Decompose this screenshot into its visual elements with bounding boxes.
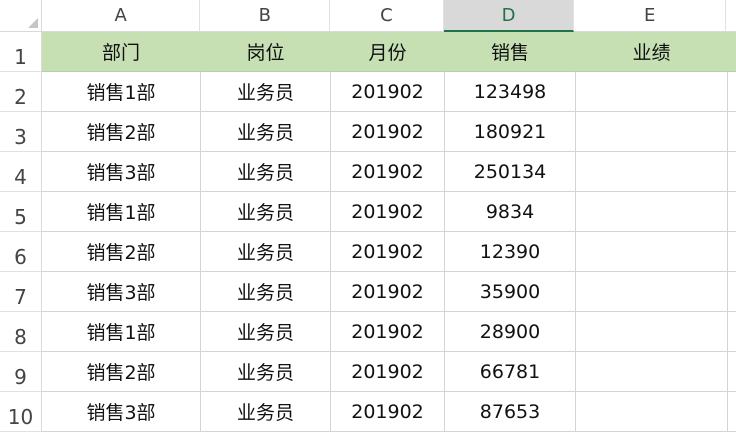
cell-position[interactable]: 业务员 (201, 192, 331, 232)
cell[interactable] (728, 192, 736, 232)
cell-performance[interactable] (576, 112, 728, 152)
row-header[interactable]: 7 (0, 272, 42, 312)
cell-department[interactable]: 销售2部 (42, 232, 201, 272)
cell-sales[interactable]: 180921 (445, 112, 576, 152)
row-header[interactable]: 9 (0, 352, 42, 392)
header-cell-department[interactable]: 部门 (42, 32, 201, 72)
cell-month[interactable]: 201902 (331, 312, 445, 352)
table-row: 销售3部 业务员 201902 87653 (42, 392, 736, 432)
cell-sales[interactable]: 28900 (445, 312, 576, 352)
cell[interactable] (728, 72, 736, 112)
cell[interactable] (728, 272, 736, 312)
cell[interactable] (728, 352, 736, 392)
cell-month[interactable]: 201902 (331, 272, 445, 312)
cell-position[interactable]: 业务员 (201, 392, 331, 432)
cell-department[interactable]: 销售1部 (42, 312, 201, 352)
select-all-button[interactable] (0, 0, 42, 32)
cell-performance[interactable] (576, 312, 728, 352)
row-header[interactable]: 10 (0, 392, 42, 432)
cell-sales[interactable]: 9834 (445, 192, 576, 232)
column-header-next[interactable] (726, 0, 736, 32)
cell-month[interactable]: 201902 (331, 72, 445, 112)
cell-performance[interactable] (576, 392, 728, 432)
column-header-b[interactable]: B (200, 0, 331, 32)
cell-performance[interactable] (576, 192, 728, 232)
cell-department[interactable]: 销售2部 (42, 112, 201, 152)
cell-month[interactable]: 201902 (331, 352, 445, 392)
cell-sales[interactable]: 35900 (445, 272, 576, 312)
cell-month[interactable]: 201902 (331, 192, 445, 232)
cell[interactable] (728, 112, 736, 152)
cell-sales[interactable]: 250134 (445, 152, 576, 192)
row-header[interactable]: 5 (0, 192, 42, 232)
cell-position[interactable]: 业务员 (201, 352, 331, 392)
row-header[interactable]: 3 (0, 112, 42, 152)
cell-position[interactable]: 业务员 (201, 112, 331, 152)
cell-position[interactable]: 业务员 (201, 232, 331, 272)
table-row: 销售3部 业务员 201902 35900 (42, 272, 736, 312)
select-all-triangle-icon (27, 18, 38, 28)
cell-department[interactable]: 销售1部 (42, 192, 201, 232)
row-header[interactable]: 8 (0, 312, 42, 352)
cell-sales[interactable]: 123498 (445, 72, 576, 112)
cell-sales[interactable]: 12390 (445, 232, 576, 272)
table-row: 销售3部 业务员 201902 250134 (42, 152, 736, 192)
table-header-row: 部门 岗位 月份 销售 业绩 (42, 32, 736, 72)
cell-performance[interactable] (576, 72, 728, 112)
cell[interactable] (728, 152, 736, 192)
header-cell-performance[interactable]: 业绩 (576, 32, 728, 72)
cell-department[interactable]: 销售1部 (42, 72, 201, 112)
cell-performance[interactable] (576, 352, 728, 392)
table-row: 销售1部 业务员 201902 28900 (42, 312, 736, 352)
table-row: 销售2部 业务员 201902 66781 (42, 352, 736, 392)
cell-performance[interactable] (576, 272, 728, 312)
cell-position[interactable]: 业务员 (201, 72, 331, 112)
header-cell-month[interactable]: 月份 (331, 32, 445, 72)
row-header[interactable]: 6 (0, 232, 42, 272)
table-row: 销售2部 业务员 201902 180921 (42, 112, 736, 152)
spreadsheet: A B C D E 1 2 3 4 5 6 7 8 9 10 部门 岗位 月份 … (0, 0, 736, 439)
cell-month[interactable]: 201902 (331, 392, 445, 432)
cell-performance[interactable] (576, 152, 728, 192)
table-row: 销售1部 业务员 201902 123498 (42, 72, 736, 112)
cell-position[interactable]: 业务员 (201, 312, 331, 352)
cell[interactable] (728, 312, 736, 352)
cell-position[interactable]: 业务员 (201, 152, 331, 192)
column-header-d[interactable]: D (443, 0, 575, 32)
table-row: 销售2部 业务员 201902 12390 (42, 232, 736, 272)
cell-month[interactable]: 201902 (331, 232, 445, 272)
cell-department[interactable]: 销售2部 (42, 352, 201, 392)
cell-sales[interactable]: 87653 (445, 392, 576, 432)
cell-month[interactable]: 201902 (331, 152, 445, 192)
column-header-e[interactable]: E (574, 0, 727, 32)
cell-department[interactable]: 销售3部 (42, 152, 201, 192)
cell[interactable] (728, 392, 736, 432)
cell-grid: 部门 岗位 月份 销售 业绩 销售1部 业务员 201902 123498 销售… (42, 32, 736, 432)
cell-position[interactable]: 业务员 (201, 272, 331, 312)
cell-month[interactable]: 201902 (331, 112, 445, 152)
cell-department[interactable]: 销售3部 (42, 392, 201, 432)
cell-performance[interactable] (576, 232, 728, 272)
table-row: 销售1部 业务员 201902 9834 (42, 192, 736, 232)
column-header-bar: A B C D E (0, 0, 736, 32)
cell[interactable] (728, 32, 736, 72)
header-cell-sales[interactable]: 销售 (445, 32, 576, 72)
cell-sales[interactable]: 66781 (445, 352, 576, 392)
row-header[interactable]: 1 (0, 32, 42, 72)
column-header-a[interactable]: A (41, 0, 201, 32)
cell-department[interactable]: 销售3部 (42, 272, 201, 312)
header-cell-position[interactable]: 岗位 (201, 32, 331, 72)
column-header-c[interactable]: C (330, 0, 444, 32)
row-header[interactable]: 4 (0, 152, 42, 192)
row-header-bar: 1 2 3 4 5 6 7 8 9 10 (0, 32, 42, 432)
cell[interactable] (728, 232, 736, 272)
row-header[interactable]: 2 (0, 72, 42, 112)
